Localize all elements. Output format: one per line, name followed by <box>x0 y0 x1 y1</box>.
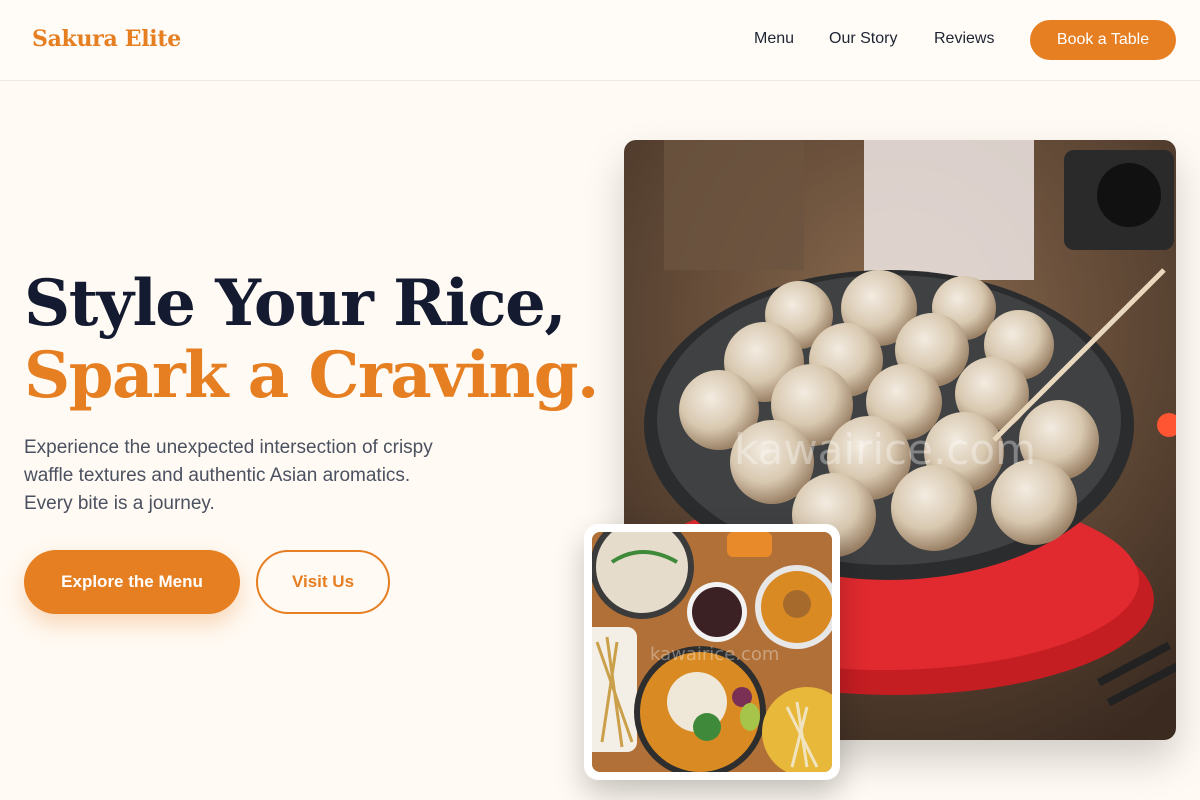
brand-logo[interactable]: Sakura Elite <box>32 26 181 52</box>
nav-link-our-story[interactable]: Our Story <box>829 30 897 48</box>
explore-menu-button[interactable]: Explore the Menu <box>24 550 240 614</box>
main-photo-watermark: kawairice.com <box>734 425 1036 474</box>
inset-photo-card: kawairice.com <box>584 524 840 780</box>
nav-link-reviews[interactable]: Reviews <box>934 30 994 48</box>
hero-headline: Style Your Rice, Spark a Craving. <box>24 266 599 413</box>
headline-line-2: Spark a Craving. <box>24 338 599 413</box>
visit-us-button[interactable]: Visit Us <box>256 550 390 614</box>
site-header: Sakura Elite Menu Our Story Reviews Book… <box>0 0 1200 81</box>
inset-photo: kawairice.com <box>592 532 832 772</box>
inset-photo-watermark: kawairice.com <box>650 644 780 665</box>
nav-link-menu[interactable]: Menu <box>754 30 794 48</box>
hero-subtext: Experience the unexpected intersection o… <box>24 437 433 514</box>
headline-line-1: Style Your Rice, <box>24 266 567 341</box>
book-table-button[interactable]: Book a Table <box>1030 20 1176 60</box>
